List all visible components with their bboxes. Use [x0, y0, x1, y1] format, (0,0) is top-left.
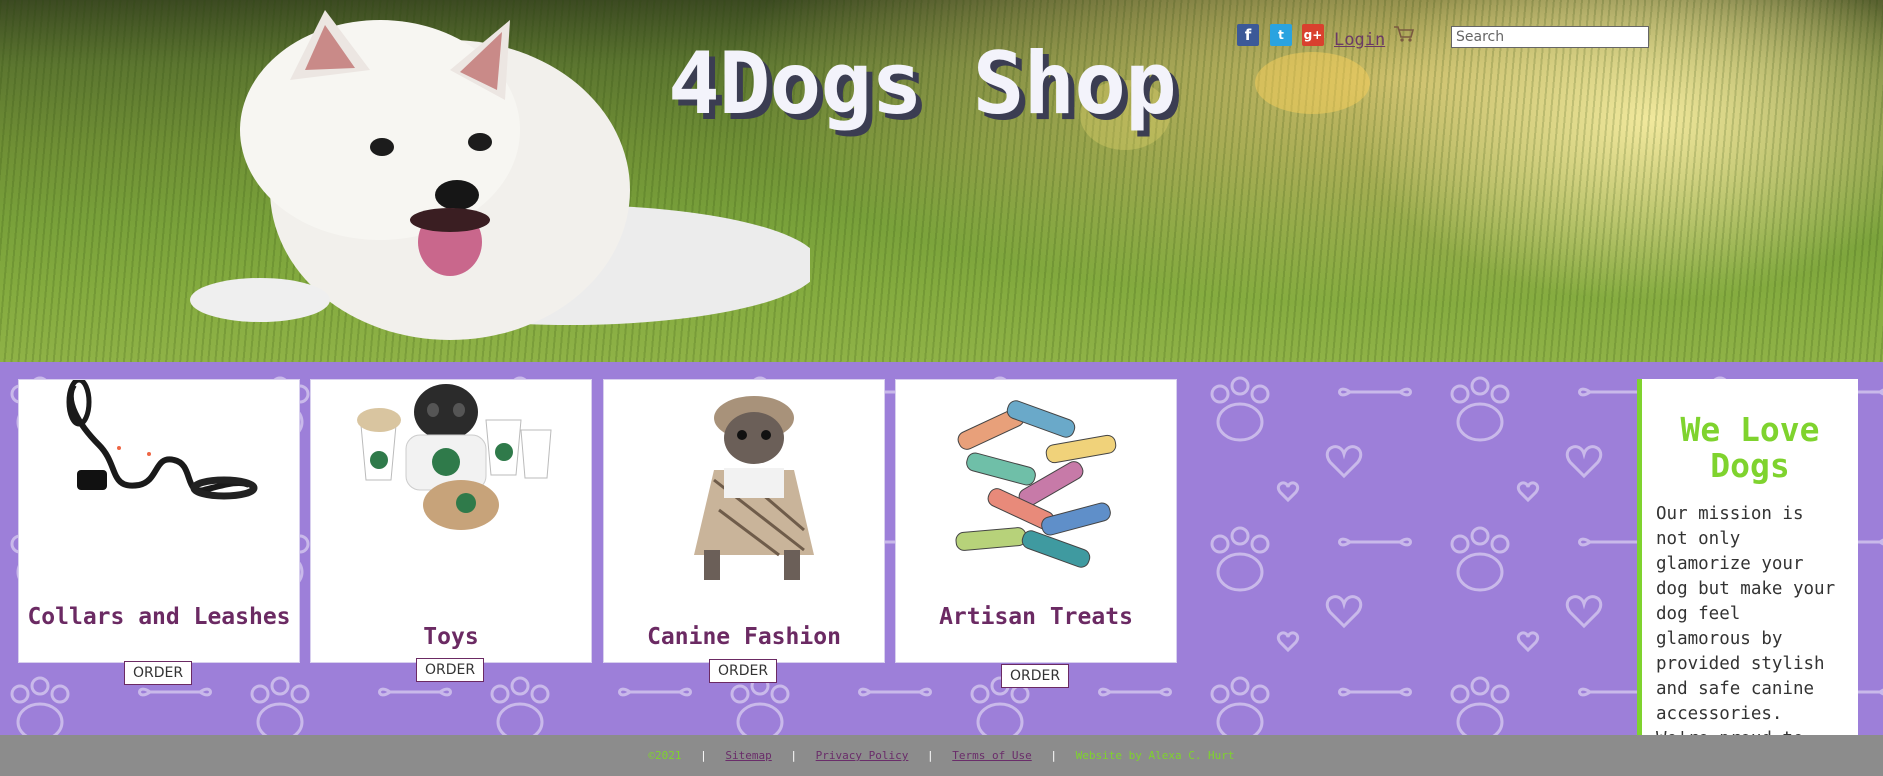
- hero-banner: 4Dogs Shop f t g+ Login: [0, 0, 1883, 362]
- copyright-text: ©2021: [648, 749, 682, 762]
- shopping-cart-icon[interactable]: [1393, 25, 1415, 43]
- dog-toys-image: [357, 384, 552, 530]
- site-credit: Website by Alexa C. Hurt: [1075, 749, 1235, 762]
- facebook-icon[interactable]: f: [1237, 24, 1259, 46]
- footer-separator: |: [927, 749, 934, 762]
- product-title: Collars and Leashes: [27, 604, 291, 630]
- sitemap-link[interactable]: Sitemap: [725, 749, 771, 762]
- login-link[interactable]: Login: [1334, 30, 1385, 50]
- order-button[interactable]: ORDER: [709, 659, 778, 683]
- search-input[interactable]: [1451, 26, 1649, 48]
- order-button[interactable]: ORDER: [416, 658, 485, 682]
- product-title: Toys: [423, 624, 479, 650]
- terms-of-use-link[interactable]: Terms of Use: [952, 749, 1031, 762]
- product-card[interactable]: Canine Fashion: [603, 379, 885, 663]
- footer: ©2021 | Sitemap | Privacy Policy | Terms…: [0, 735, 1883, 776]
- order-button[interactable]: ORDER: [1001, 664, 1070, 688]
- google-plus-icon[interactable]: g+: [1302, 24, 1324, 46]
- footer-separator: |: [1050, 749, 1057, 762]
- main-content: Collars and Leashes ORDER Toys ORDER Can…: [0, 362, 1883, 735]
- about-text: Our mission is not only glamorize your d…: [1656, 504, 1836, 735]
- bone-treats-image: [955, 400, 1117, 568]
- privacy-policy-link[interactable]: Privacy Policy: [816, 749, 909, 762]
- about-title: We Love Dogs: [1680, 410, 1820, 485]
- product-card[interactable]: Artisan Treats: [895, 379, 1177, 663]
- bokeh-light: [1255, 52, 1370, 114]
- product-card[interactable]: Collars and Leashes: [18, 379, 300, 663]
- leash-collar-image: [66, 380, 258, 500]
- product-title: Artisan Treats: [939, 604, 1133, 630]
- about-panel: We Love Dogs Our mission is not only gla…: [1637, 379, 1858, 735]
- site-title: 4Dogs Shop: [668, 34, 1177, 134]
- chihuahua-outfit-image: [694, 396, 814, 580]
- footer-separator: |: [700, 749, 707, 762]
- product-card[interactable]: Toys: [310, 379, 592, 663]
- product-title: Canine Fashion: [647, 624, 841, 650]
- order-button[interactable]: ORDER: [124, 661, 193, 685]
- footer-separator: |: [790, 749, 798, 762]
- twitter-icon[interactable]: t: [1270, 24, 1292, 46]
